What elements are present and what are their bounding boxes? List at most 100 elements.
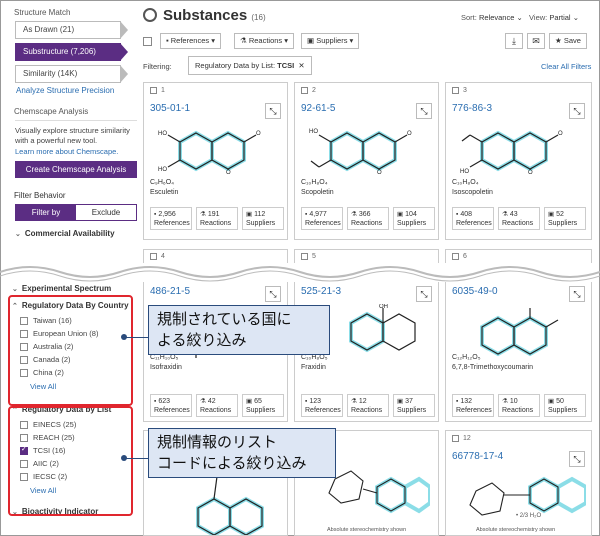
exclude-button[interactable]: Exclude (76, 205, 136, 220)
cas-number-link[interactable]: 305-01-1 (150, 103, 190, 114)
substance-card-top: 6 (445, 249, 592, 263)
expand-icon[interactable]: ⤡ (569, 451, 585, 467)
cas-number-link[interactable]: 486-21-5 (150, 286, 190, 297)
select-all-checkbox[interactable] (143, 37, 152, 46)
reactions-count-button[interactable]: ⚗ 10 Reactions (498, 394, 540, 417)
callout-dot (121, 334, 127, 340)
expand-icon[interactable]: ⤡ (569, 286, 585, 302)
card-checkbox[interactable] (150, 253, 157, 260)
book-icon: ▪ (456, 211, 459, 218)
svg-text:O: O (558, 131, 563, 137)
filter-behavior-heading: Filter Behavior (14, 191, 66, 200)
view-dropdown[interactable]: Partial ⌄ (549, 13, 579, 22)
email-button[interactable]: ✉ (527, 33, 545, 49)
svg-text:HO: HO (158, 167, 167, 173)
close-icon[interactable]: ✕ (298, 61, 304, 70)
suppliers-count-button[interactable]: ▣ 65 Suppliers (242, 394, 284, 417)
stats-row: ▪ 132 References ⚗ 10 Reactions ▣ 50 Suppliers (452, 394, 586, 417)
substance-card[interactable]: 12 66778-17-4 ⤡ • 2/3 H₂O Absolute stere… (445, 430, 592, 536)
cart-icon: ▣ (397, 211, 404, 218)
structure-match-as-drawn[interactable]: As Drawn (21) (15, 21, 128, 39)
substance-name: Fraxidin (301, 364, 326, 371)
reactions-count-button[interactable]: ⚗ 12 Reactions (347, 394, 389, 417)
reactions-count-button[interactable]: ⚗ 366 Reactions (347, 207, 389, 230)
reactions-count-button[interactable]: ⚗ 43 Reactions (498, 207, 540, 230)
commercial-availability-section[interactable]: ⌄ Commercial Availability (15, 229, 134, 238)
svg-text:OH: OH (379, 304, 388, 310)
callout-country-filter: 規制されている国に よる絞り込み (148, 305, 330, 355)
save-button[interactable]: ★ Save (549, 33, 587, 49)
structure-match-substructure[interactable]: Substructure (7,206) (15, 43, 128, 61)
cart-icon: ▣ (246, 211, 253, 218)
cas-number-link[interactable]: 6035-49-0 (452, 286, 498, 297)
svg-text:HO: HO (460, 169, 469, 175)
expand-icon[interactable]: ⤡ (569, 103, 585, 119)
molecular-formula: C₁₀H₈O₄ (452, 179, 479, 186)
suppliers-count-button[interactable]: ▣ 112 Suppliers (242, 207, 284, 230)
substance-card[interactable]: 3 776-86-3 ⤡ HO O O C₁₀H₈O₄ Isoscopoleti… (445, 82, 592, 240)
envelope-icon: ✉ (532, 36, 540, 46)
divider (15, 120, 137, 121)
structure-image: HO HO O O (158, 130, 261, 175)
card-checkbox[interactable] (301, 87, 308, 94)
suppliers-count-button[interactable]: ▣ 52 Suppliers (544, 207, 586, 230)
chemscape-learn-more-link[interactable]: Learn more about Chemscape. (15, 147, 134, 156)
substance-card[interactable]: 1 305-01-1 ⤡ HO HO O O C₉H₆O₄ Esculetin … (143, 82, 288, 240)
svg-text:HO: HO (158, 131, 167, 137)
references-count-button[interactable]: ▪ 123 References (301, 394, 343, 417)
references-dropdown[interactable]: ▪ References ▾ (160, 33, 221, 49)
experimental-spectrum-section[interactable]: ⌄ Experimental Spectrum (12, 284, 134, 293)
substance-name: Esculetin (150, 189, 179, 196)
references-count-button[interactable]: ▪ 623 References (150, 394, 192, 417)
suppliers-count-button[interactable]: ▣ 37 Suppliers (393, 394, 435, 417)
cart-icon: ▣ (246, 398, 253, 405)
cas-number-link[interactable]: 525-21-3 (301, 286, 341, 297)
annotation-box-list (8, 406, 133, 516)
reactions-count-button[interactable]: ⚗ 42 Reactions (196, 394, 238, 417)
cas-number-link[interactable]: 92-61-5 (301, 103, 335, 114)
molecular-formula: C₁₀H₈O₅ (301, 354, 328, 361)
references-count-button[interactable]: ▪ 408 References (452, 207, 494, 230)
card-checkbox[interactable] (452, 87, 459, 94)
card-checkbox[interactable] (452, 253, 459, 260)
references-count-button[interactable]: ▪ 132 References (452, 394, 494, 417)
flask-icon: ⚗ (240, 36, 247, 45)
expand-icon[interactable]: ⤡ (265, 286, 281, 302)
card-checkbox[interactable] (301, 253, 308, 260)
suppliers-count-button[interactable]: ▣ 50 Suppliers (544, 394, 586, 417)
expand-icon[interactable]: ⤡ (416, 103, 432, 119)
analyze-precision-link[interactable]: Analyze Structure Precision (16, 86, 134, 95)
book-icon: ▪ (456, 398, 459, 405)
chevron-down-icon: ⌄ (15, 231, 21, 238)
filter-by-button[interactable]: Filter by (16, 205, 76, 220)
stats-row: ▪ 4,977 References ⚗ 366 Reactions ▣ 104 Suppl… (301, 207, 435, 230)
svg-text:O: O (407, 131, 412, 137)
suppliers-count-button[interactable]: ▣ 104 Suppliers (393, 207, 435, 230)
substance-card[interactable]: 2 92-61-5 ⤡ HO O O C₁₀H₈O₄ Scopoletin ▪ 4… (294, 82, 439, 240)
substance-card[interactable]: 6035-49-0 ⤡ C₁₂H₁₂O₅ 6,7,8-Trimethoxycou… (445, 282, 592, 422)
cas-number-link[interactable]: 776-86-3 (452, 103, 492, 114)
substance-name: Isofraxidin (150, 364, 182, 371)
filtering-label: Filtering: (143, 62, 172, 71)
sort-dropdown[interactable]: Relevance ⌄ (479, 13, 523, 22)
structure-image: HO O O (309, 129, 412, 175)
reactions-dropdown[interactable]: ⚗ Reactions ▾ (234, 33, 295, 49)
download-button[interactable]: ⤓ (505, 33, 523, 49)
expand-icon[interactable]: ⤡ (416, 286, 432, 302)
structure-match-similarity[interactable]: Similarity (14K) (15, 65, 128, 83)
svg-text:O: O (256, 131, 261, 137)
reactions-count-button[interactable]: ⚗ 191 Reactions (196, 207, 238, 230)
cas-number-link[interactable]: 66778-17-4 (452, 451, 503, 462)
suppliers-dropdown[interactable]: ▣ Suppliers ▾ (301, 33, 360, 49)
active-filter-chip[interactable]: Regulatory Data by List: TCSI ✕ (188, 56, 312, 75)
references-count-button[interactable]: ▪ 2,956 References (150, 207, 192, 230)
references-count-button[interactable]: ▪ 4,977 References (301, 207, 343, 230)
expand-icon[interactable]: ⤡ (265, 103, 281, 119)
card-checkbox[interactable] (452, 435, 459, 442)
card-checkbox[interactable] (150, 87, 157, 94)
svg-text:O: O (528, 170, 533, 175)
molecular-formula: C₉H₆O₄ (150, 179, 175, 186)
create-chemscape-button[interactable]: Create Chemscape Analysis (15, 161, 137, 178)
book-icon: ▪ (154, 398, 157, 405)
clear-all-filters-link[interactable]: Clear All Filters (541, 62, 591, 71)
